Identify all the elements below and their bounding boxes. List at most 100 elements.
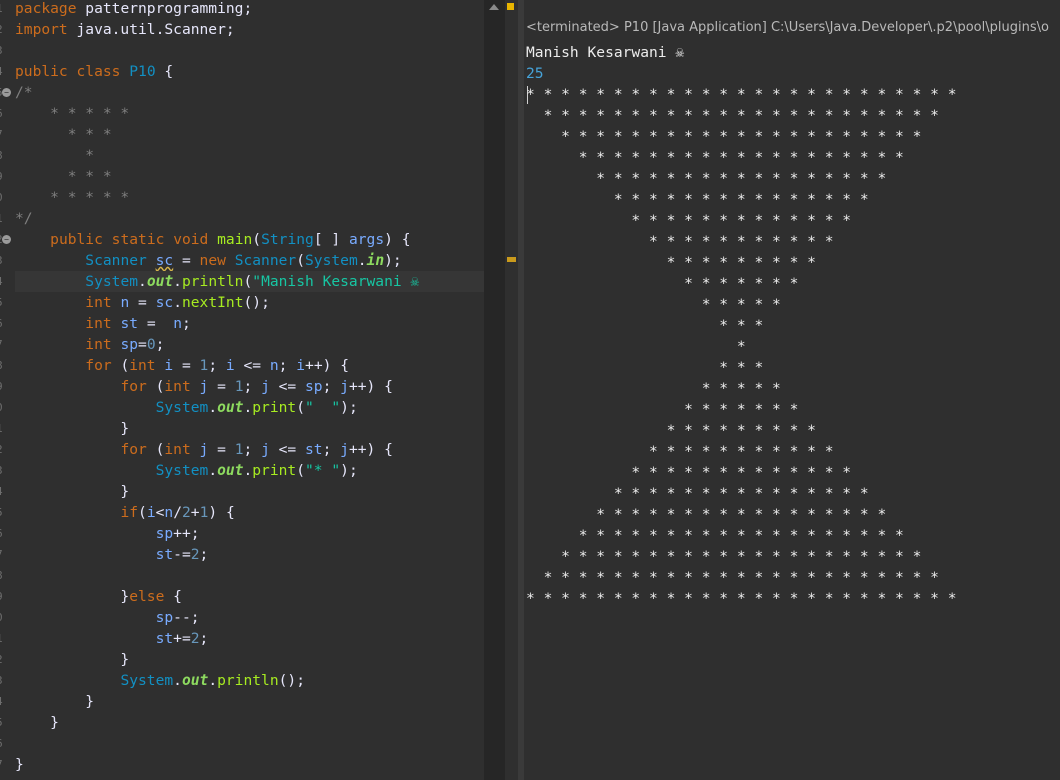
code-token: j	[261, 441, 270, 458]
code-line[interactable]: int n = sc.nextInt();	[15, 292, 484, 313]
code-token: i	[225, 357, 235, 374]
code-line[interactable]: for (int j = 1; j <= st; j++) {	[15, 439, 484, 460]
line-number: 3	[0, 670, 6, 691]
fold-toggle-icon[interactable]: −	[2, 88, 11, 97]
code-line[interactable]: import java.util.Scanner;	[15, 19, 484, 40]
star-row: * * * * * * * * * * * * *	[526, 212, 860, 229]
code-token: package	[15, 0, 77, 17]
code-line[interactable]: * * *	[15, 124, 484, 145]
code-line[interactable]: }	[15, 712, 484, 733]
code-line[interactable]: st-=2;	[15, 544, 484, 565]
code-token: =	[129, 294, 156, 311]
line-number: 7	[0, 124, 6, 145]
code-token: println	[181, 273, 244, 290]
code-line[interactable]: * * * * *	[15, 103, 484, 124]
code-line[interactable]: }	[15, 754, 484, 775]
warning-marker-icon[interactable]	[507, 3, 514, 10]
code-token: */	[15, 210, 33, 227]
code-token: sc	[155, 252, 174, 269]
code-line[interactable]: /*	[15, 82, 484, 103]
line-number: 9	[0, 166, 6, 187]
code-token: ();	[278, 672, 305, 689]
code-token: {	[164, 588, 182, 605]
code-line[interactable]: for (int i = 1; i <= n; i++) {	[15, 355, 484, 376]
code-line[interactable]: int st = n;	[15, 313, 484, 334]
code-line[interactable]	[15, 565, 484, 586]
code-token: sp	[120, 336, 139, 353]
code-token: out	[217, 462, 244, 479]
code-token: .	[173, 294, 182, 311]
code-line[interactable]: }	[15, 481, 484, 502]
code-line[interactable]: for (int j = 1; j <= sp; j++) {	[15, 376, 484, 397]
line-number: 4	[0, 691, 6, 712]
line-number: 0	[0, 187, 6, 208]
line-number: 5	[0, 292, 6, 313]
code-token: sc	[155, 294, 174, 311]
star-row: * * * * * * * * *	[526, 422, 825, 439]
star-row: * * * * * * * * * * *	[526, 443, 843, 460]
code-token: for	[120, 378, 147, 395]
code-token: 2	[190, 546, 200, 563]
warning-overview-marker-icon[interactable]	[507, 257, 516, 262]
code-line[interactable]: }else {	[15, 586, 484, 607]
code-line[interactable]: System.out.print(" ");	[15, 397, 484, 418]
code-line[interactable]: * * * * *	[15, 187, 484, 208]
code-line[interactable]: Scanner sc = new Scanner(System.in);	[15, 250, 484, 271]
star-row: * * * * * * * * * * * * * * * * * * * * …	[526, 590, 966, 607]
line-number: 2	[0, 19, 6, 40]
star-row: * * * * * * * * * * * * * * *	[526, 191, 878, 208]
code-line[interactable]: sp++;	[15, 523, 484, 544]
code-token: System	[120, 672, 174, 689]
code-line[interactable]: */	[15, 208, 484, 229]
code-line[interactable]: }	[15, 649, 484, 670]
console-output-name: Manish Kesarwani ☠	[526, 44, 685, 61]
code-line[interactable]: * * *	[15, 166, 484, 187]
code-token: ;	[181, 315, 191, 332]
code-token: void	[173, 231, 209, 248]
star-row: * * * * * * * * *	[526, 254, 825, 271]
code-line[interactable]: if(i<n/2+1) {	[15, 502, 484, 523]
code-line[interactable]	[15, 733, 484, 754]
scroll-up-arrow-icon[interactable]	[489, 4, 499, 10]
code-line[interactable]: sp--;	[15, 607, 484, 628]
code-line[interactable]: st+=2;	[15, 628, 484, 649]
code-token: <=	[269, 378, 306, 395]
code-token: ();	[243, 294, 270, 311]
code-line[interactable]: }	[15, 418, 484, 439]
code-line[interactable]: }	[15, 691, 484, 712]
star-row: * * * * * * *	[526, 401, 808, 418]
code-line[interactable]: public class P10 {	[15, 61, 484, 82]
code-editor[interactable]: 12345−6789012−3456789012345678901234567 …	[0, 0, 484, 780]
line-number: 3	[0, 250, 6, 271]
code-line[interactable]: System.out.println("Manish Kesarwani ☠	[15, 271, 484, 292]
code-line[interactable]: System.out.print("* ");	[15, 460, 484, 481]
star-row: * * * * * * * * * * * * * * *	[526, 485, 878, 502]
console-view[interactable]: <terminated> P10 [Java Application] C:\U…	[524, 0, 1060, 780]
star-row: * * * * * * * * * * * * * * * * * * * * …	[526, 107, 948, 124]
code-token: +=	[173, 630, 191, 647]
pane-divider[interactable]	[505, 0, 518, 780]
code-line[interactable]: public static void main(String[ ] args) …	[15, 229, 484, 250]
code-token: j	[261, 378, 270, 395]
code-token: System	[305, 252, 358, 269]
code-line[interactable]	[15, 40, 484, 61]
code-line[interactable]: package patternprogramming;	[15, 0, 484, 19]
code-line[interactable]: System.out.println();	[15, 670, 484, 691]
code-token: 2	[182, 504, 191, 521]
line-number: 1	[0, 0, 6, 19]
editor-vertical-scrollbar[interactable]	[484, 0, 505, 780]
code-token: [ ]	[313, 231, 349, 248]
fold-toggle-icon[interactable]: −	[2, 235, 11, 244]
code-line[interactable]: *	[15, 145, 484, 166]
code-token: =	[208, 441, 235, 458]
line-number: 5	[0, 712, 6, 733]
code-token: ++) {	[348, 441, 393, 458]
code-line[interactable]: int sp=0;	[15, 334, 484, 355]
code-token: for	[120, 441, 147, 458]
